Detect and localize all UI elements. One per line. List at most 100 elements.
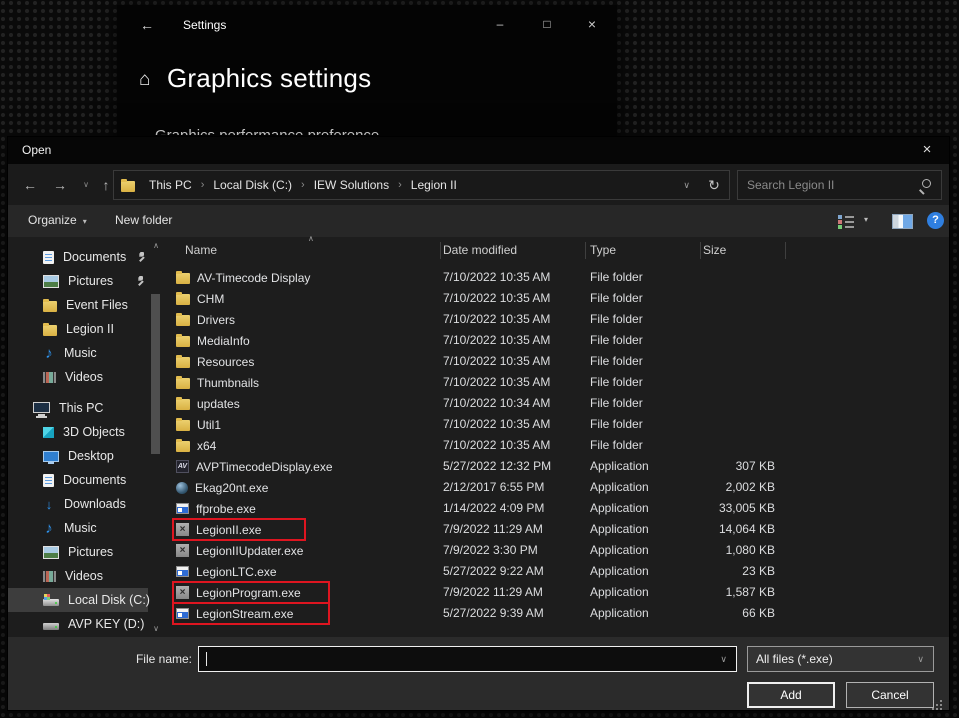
breadcrumb-item[interactable]: Legion II: [402, 171, 466, 199]
file-type: File folder: [590, 435, 643, 456]
back-button[interactable]: ←: [18, 173, 42, 197]
file-name-input[interactable]: [199, 651, 711, 667]
sidebar-item-label: Music: [64, 521, 97, 535]
file-row[interactable]: Resources7/10/2022 10:35 AMFile folder: [170, 351, 949, 372]
file-name-cell: AV-Timecode Display: [176, 267, 310, 288]
column-header-name[interactable]: Name: [185, 237, 217, 263]
preview-pane-icon[interactable]: [892, 214, 913, 229]
file-date: 7/10/2022 10:35 AM: [443, 351, 550, 372]
document-icon: [43, 251, 54, 264]
column-header-date[interactable]: Date modified: [443, 237, 517, 263]
sidebar-item-documents[interactable]: Documents: [8, 245, 148, 269]
file-row[interactable]: ×LegionIIUpdater.exe7/9/2022 3:30 PMAppl…: [170, 540, 949, 561]
legion-icon: ×: [176, 586, 189, 599]
views-dropdown-icon[interactable]: ▾: [864, 215, 868, 224]
sidebar-item-3d-objects[interactable]: 3D Objects: [8, 420, 148, 444]
resize-grip[interactable]: [940, 700, 942, 702]
maximize-button[interactable]: □: [530, 11, 564, 37]
sidebar-item-event-files[interactable]: Event Files: [8, 293, 148, 317]
sidebar-item-this-pc[interactable]: This PC: [8, 396, 148, 420]
file-type: Application: [590, 477, 649, 498]
sidebar-item-label: AVP KEY (D:): [68, 617, 144, 631]
sidebar-item-desktop[interactable]: Desktop: [8, 444, 148, 468]
sidebar-item-documents[interactable]: Documents: [8, 468, 148, 492]
sidebar-item-avp-key-d-[interactable]: AVP KEY (D:): [8, 612, 148, 636]
address-dropdown-icon[interactable]: ∨: [673, 180, 700, 191]
folder-icon: [176, 273, 190, 284]
file-row[interactable]: MediaInfo7/10/2022 10:35 AMFile folder: [170, 330, 949, 351]
sidebar-item-pictures[interactable]: Pictures: [8, 540, 148, 564]
column-header-size[interactable]: Size: [703, 237, 726, 263]
column-divider[interactable]: [585, 242, 586, 259]
desktop: ← Settings – □ × ⌂ Graphics settings Gra…: [0, 0, 959, 718]
file-row[interactable]: Util17/10/2022 10:35 AMFile folder: [170, 414, 949, 435]
breadcrumb-item[interactable]: IEW Solutions: [305, 171, 398, 199]
file-row[interactable]: x647/10/2022 10:35 AMFile folder: [170, 435, 949, 456]
sidebar-item-local-disk-c-[interactable]: Local Disk (C:): [8, 588, 148, 612]
file-type: File folder: [590, 393, 643, 414]
sidebar-item-music[interactable]: ♪Music: [8, 341, 148, 365]
file-row[interactable]: LegionLTC.exe5/27/2022 9:22 AMApplicatio…: [170, 561, 949, 582]
file-row[interactable]: updates7/10/2022 10:34 AMFile folder: [170, 393, 949, 414]
folder-icon: [176, 336, 190, 347]
column-divider[interactable]: [700, 242, 701, 259]
help-button[interactable]: ?: [927, 212, 944, 229]
file-row[interactable]: Thumbnails7/10/2022 10:35 AMFile folder: [170, 372, 949, 393]
folder-icon: [176, 441, 190, 452]
scroll-up-icon[interactable]: ∧: [150, 241, 162, 250]
organize-button[interactable]: Organize▾: [28, 205, 87, 237]
folder-icon: [176, 420, 190, 431]
sidebar-item-videos[interactable]: Videos: [8, 564, 148, 588]
file-row[interactable]: AVAVPTimecodeDisplay.exe5/27/2022 12:32 …: [170, 456, 949, 477]
sidebar-scrollbar[interactable]: ∧ ∨: [150, 239, 162, 635]
add-button[interactable]: Add: [747, 682, 835, 708]
new-folder-button[interactable]: New folder: [115, 205, 172, 236]
breadcrumb-item[interactable]: This PC: [140, 171, 201, 199]
column-divider[interactable]: [785, 242, 786, 259]
file-rows: AV-Timecode Display 7/10/2022 10:35 AM Fil…: [170, 267, 949, 624]
column-header-type[interactable]: Type: [590, 237, 616, 263]
file-type-select[interactable]: All files (*.exe) ∨: [747, 646, 934, 672]
back-arrow-icon[interactable]: ←: [133, 13, 161, 37]
scrollbar-thumb[interactable]: [151, 294, 160, 454]
file-row[interactable]: CHM7/10/2022 10:35 AMFile folder: [170, 288, 949, 309]
sidebar-item-label: Pictures: [68, 545, 113, 559]
file-row[interactable]: ffprobe.exe1/14/2022 4:09 PMApplication3…: [170, 498, 949, 519]
breadcrumb-item[interactable]: Local Disk (C:): [204, 171, 301, 199]
file-name-dropdown-icon[interactable]: ∨: [711, 654, 736, 665]
sidebar-item-legion-ii[interactable]: Legion II: [8, 317, 148, 341]
file-row[interactable]: ×LegionII.exe7/9/2022 11:29 AMApplicatio…: [170, 519, 949, 540]
file-name-cell: ×LegionIIUpdater.exe: [176, 540, 303, 561]
search-input[interactable]: [738, 178, 918, 192]
sidebar-item-pictures[interactable]: Pictures: [8, 269, 148, 293]
sidebar-item-videos[interactable]: Videos: [8, 365, 148, 389]
file-name: Util1: [197, 418, 221, 432]
file-row[interactable]: LegionStream.exe5/27/2022 9:39 AMApplica…: [170, 603, 949, 624]
file-type: File folder: [590, 288, 643, 309]
views-icon[interactable]: [838, 214, 855, 228]
minimize-button[interactable]: –: [483, 11, 517, 37]
settings-window: ← Settings – □ × ⌂ Graphics settings Gra…: [117, 5, 617, 137]
forward-button[interactable]: →: [48, 173, 72, 197]
close-button[interactable]: ×: [575, 11, 609, 37]
search-icon[interactable]: [918, 178, 932, 192]
address-bar[interactable]: This PC›Local Disk (C:)›IEW Solutions›Le…: [113, 170, 701, 200]
file-name-cell: Thumbnails: [176, 372, 259, 393]
scroll-down-icon[interactable]: ∨: [150, 624, 162, 633]
file-row[interactable]: AV-Timecode Display7/10/2022 10:35 AMFil…: [170, 267, 949, 288]
appwin-icon: [176, 503, 189, 514]
file-name: Drivers: [197, 313, 235, 327]
file-type: Application: [590, 603, 649, 624]
sidebar-item-downloads[interactable]: ↓Downloads: [8, 492, 148, 516]
sidebar-item-music[interactable]: ♪Music: [8, 516, 148, 540]
file-row[interactable]: Ekag20nt.exe2/12/2017 6:55 PMApplication…: [170, 477, 949, 498]
refresh-button[interactable]: ↻: [699, 170, 730, 200]
file-size: 307 KB: [688, 456, 775, 477]
file-row[interactable]: Drivers7/10/2022 10:35 AMFile folder: [170, 309, 949, 330]
file-row[interactable]: ×LegionProgram.exe7/9/2022 11:29 AMAppli…: [170, 582, 949, 603]
column-divider[interactable]: [440, 242, 441, 259]
cancel-button[interactable]: Cancel: [846, 682, 934, 708]
file-type: File folder: [590, 309, 643, 330]
file-date: 7/10/2022 10:35 AM: [443, 435, 550, 456]
close-icon[interactable]: ×: [911, 137, 943, 164]
